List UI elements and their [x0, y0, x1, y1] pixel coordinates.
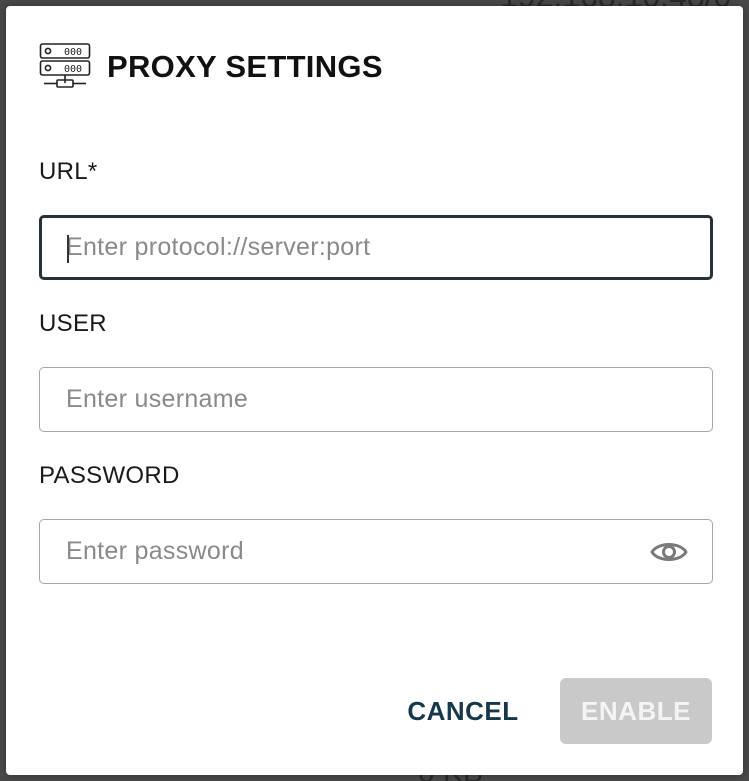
- server-network-icon: 000 000: [39, 43, 91, 88]
- enable-button[interactable]: ENABLE: [560, 678, 712, 744]
- cancel-button[interactable]: CANCEL: [396, 678, 530, 744]
- show-password-toggle[interactable]: [650, 534, 688, 570]
- url-label: URL*: [39, 158, 98, 185]
- password-label: PASSWORD: [39, 462, 180, 489]
- svg-text:000: 000: [64, 47, 82, 58]
- svg-text:000: 000: [64, 64, 82, 75]
- username-input[interactable]: [40, 368, 712, 431]
- user-field-wrapper: [39, 367, 713, 432]
- password-input[interactable]: [40, 520, 712, 583]
- text-caret: [67, 235, 69, 263]
- dialog-title: PROXY SETTINGS: [107, 49, 383, 84]
- proxy-settings-dialog: 000 000 PROXY SETTINGS URL* USER PASSWOR…: [6, 6, 743, 775]
- url-input[interactable]: [42, 218, 710, 277]
- user-label: USER: [39, 310, 107, 337]
- eye-icon: [650, 543, 688, 561]
- password-field-wrapper: [39, 519, 713, 584]
- url-field-wrapper: [39, 215, 713, 280]
- dialog-header: 000 000 PROXY SETTINGS: [39, 40, 383, 94]
